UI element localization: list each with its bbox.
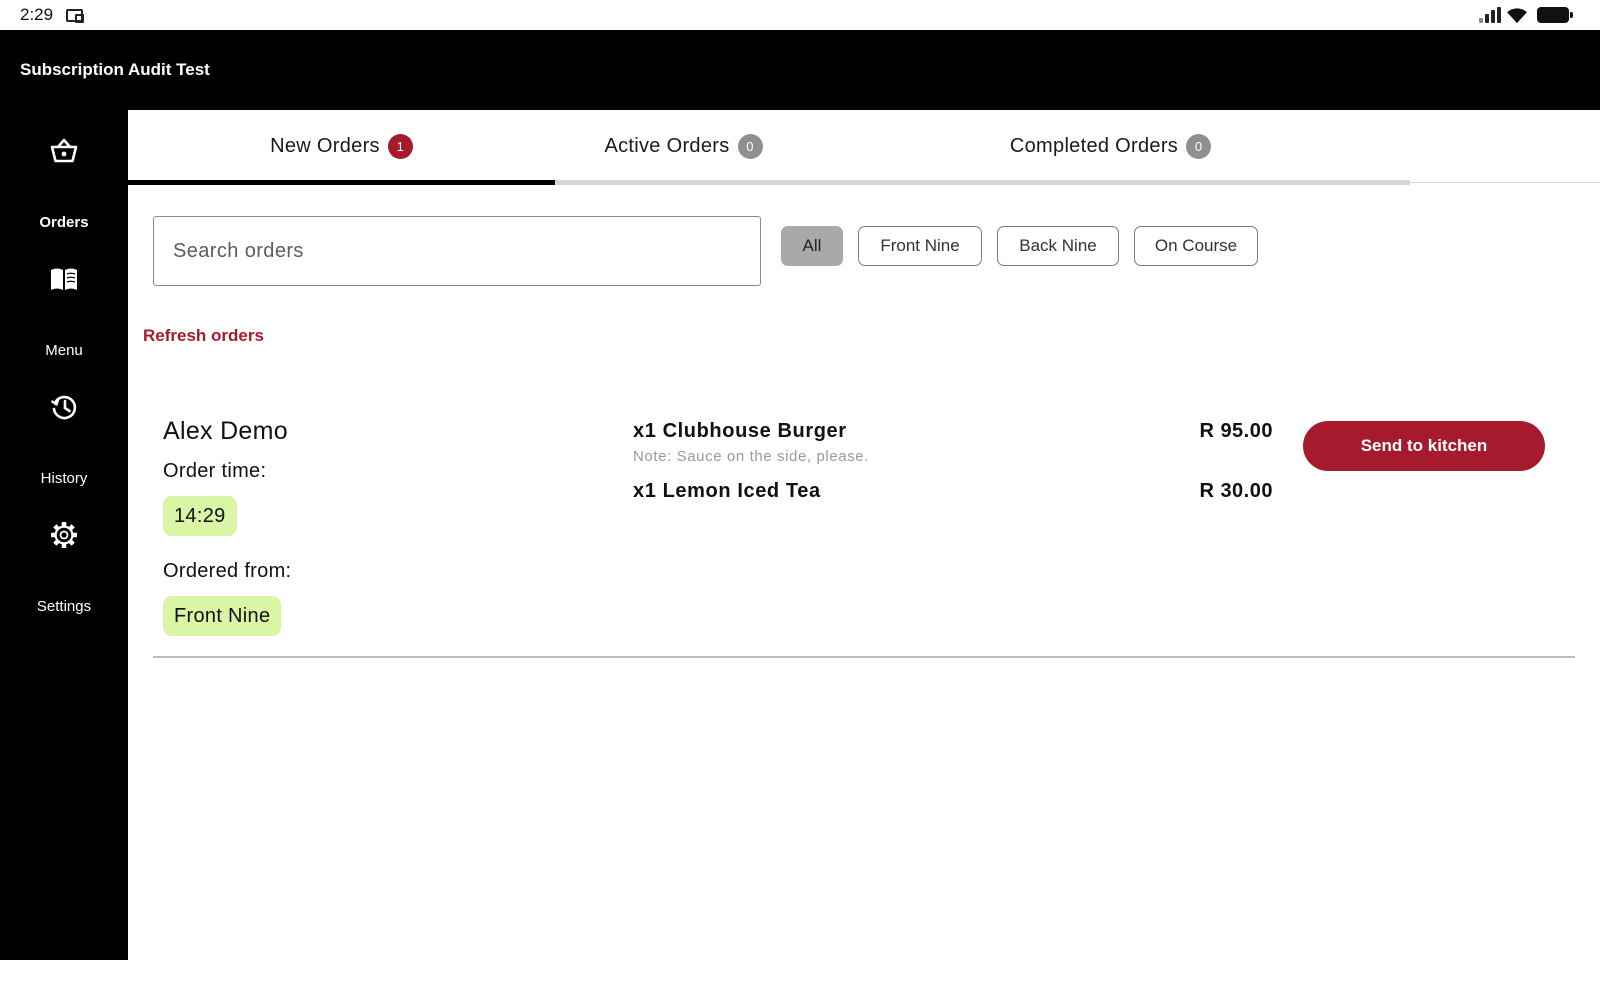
order-time-label: Order time:	[163, 460, 267, 482]
filter-chip-front-nine[interactable]: Front Nine	[858, 226, 982, 266]
sidebar-item-label: Orders	[39, 214, 89, 231]
active-orders-count-badge: 0	[737, 134, 763, 159]
sidebar-item-orders[interactable]: Orders	[0, 110, 128, 238]
active-tab-indicator	[128, 180, 555, 185]
basket-icon	[50, 138, 78, 163]
gear-icon	[51, 522, 77, 548]
tab-completed-orders[interactable]: Completed Orders 0	[897, 110, 1324, 180]
app-title: Subscription Audit Test	[20, 60, 210, 79]
status-bar: 2:29	[0, 0, 1600, 30]
wifi-icon	[1507, 8, 1527, 24]
status-time: 2:29	[20, 5, 54, 24]
order-item-price: R 30.00	[1199, 480, 1273, 502]
refresh-orders-link[interactable]: Refresh orders	[143, 326, 264, 346]
sidebar-item-history[interactable]: History	[0, 366, 128, 494]
filter-chip-back-nine[interactable]: Back Nine	[997, 226, 1119, 266]
completed-orders-count-badge: 0	[1186, 134, 1212, 159]
ordered-from-label: Ordered from:	[163, 560, 292, 582]
history-icon	[50, 395, 77, 420]
sidebar-item-label: Menu	[45, 342, 83, 359]
menu-book-icon	[51, 268, 77, 290]
new-orders-count-badge: 1	[387, 134, 413, 159]
customer-name: Alex Demo	[163, 417, 288, 445]
sidebar-item-settings[interactable]: Settings	[0, 494, 128, 622]
filter-chip-on-course[interactable]: On Course	[1134, 226, 1258, 266]
tab-label: New Orders	[270, 135, 380, 157]
sidebar-nav: Orders Menu History Settings	[0, 110, 128, 960]
order-tabs: New Orders 1 Active Orders 0 Completed Ord…	[128, 110, 1600, 186]
battery-icon	[1537, 7, 1573, 23]
tab-active-orders[interactable]: Active Orders 0	[470, 110, 897, 180]
search-input[interactable]	[153, 216, 761, 286]
cast-icon	[66, 9, 84, 23]
order-divider	[153, 656, 1575, 658]
signal-icon	[1479, 7, 1501, 23]
app-bar: Subscription Audit Test	[0, 30, 1600, 110]
sidebar-item-label: History	[40, 470, 88, 487]
ordered-from-badge: Front Nine	[163, 596, 282, 636]
filter-chip-all[interactable]: All	[781, 226, 843, 266]
order-item-name: x1 Lemon Iced Tea	[633, 480, 821, 502]
sidebar-item-menu[interactable]: Menu	[0, 238, 128, 366]
sidebar-item-label: Settings	[36, 598, 92, 615]
tab-label: Completed Orders	[1009, 135, 1179, 157]
send-to-kitchen-button[interactable]: Send to kitchen	[1303, 421, 1545, 471]
order-item-note: Note: Sauce on the side, please.	[633, 448, 870, 465]
order-item-price: R 95.00	[1199, 420, 1273, 442]
order-time-badge: 14:29	[163, 496, 237, 536]
order-item-name: x1 Clubhouse Burger	[633, 420, 847, 442]
tab-label: Active Orders	[604, 135, 730, 157]
